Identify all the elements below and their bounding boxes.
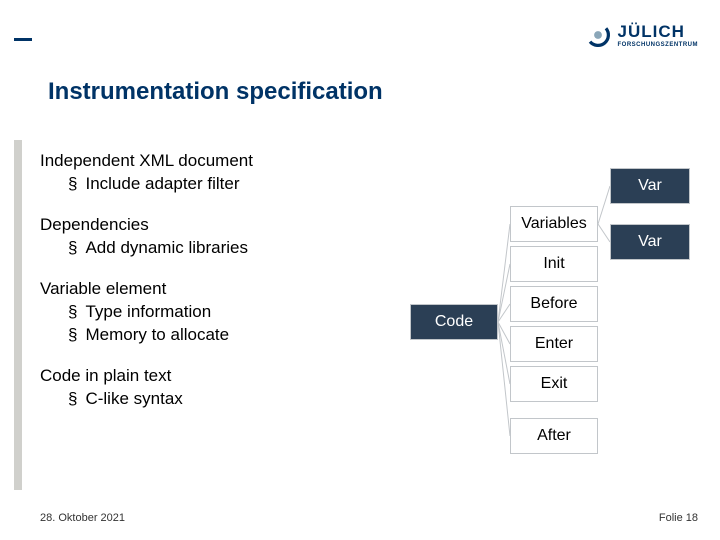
diagram: Var Variables Var Init Code Before Enter… <box>380 154 700 484</box>
topbar: JÜLICH FORSCHUNGSZENTRUM <box>0 0 720 46</box>
julich-logo-icon <box>584 22 612 48</box>
diagram-connectors-icon <box>380 154 700 484</box>
footer-date: 28. Oktober 2021 <box>40 512 125 524</box>
footer-page: Folie 18 <box>659 512 698 524</box>
slide-title: Instrumentation specification <box>48 78 383 106</box>
footer: 28. Oktober 2021 Folie 18 <box>40 512 698 524</box>
logo-subtext: FORSCHUNGSZENTRUM <box>618 42 699 48</box>
side-gutter <box>14 140 22 490</box>
logo: JÜLICH FORSCHUNGSZENTRUM <box>584 22 699 48</box>
logo-text: JÜLICH <box>618 23 699 40</box>
accent-bar <box>14 38 32 41</box>
